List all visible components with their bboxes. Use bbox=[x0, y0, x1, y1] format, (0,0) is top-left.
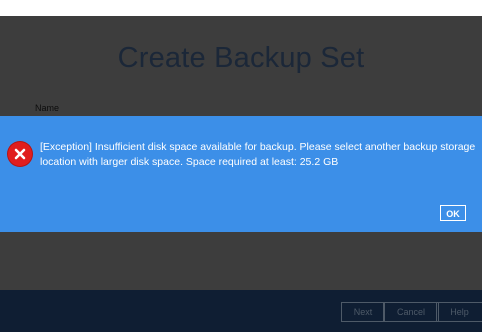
error-icon bbox=[8, 142, 32, 166]
ok-button[interactable]: OK bbox=[440, 205, 466, 221]
error-dialog: [Exception] Insufficient disk space avai… bbox=[0, 116, 482, 232]
help-button[interactable]: Help bbox=[436, 302, 482, 322]
cancel-button[interactable]: Cancel bbox=[383, 302, 439, 322]
backup-wizard-window: Create Backup Set Name Next Cancel Help … bbox=[0, 16, 482, 332]
error-message: [Exception] Insufficient disk space avai… bbox=[40, 141, 476, 168]
page-title: Create Backup Set bbox=[117, 42, 365, 74]
next-button[interactable]: Next bbox=[341, 302, 385, 322]
wizard-footer: Next Cancel Help bbox=[0, 290, 482, 332]
name-field-label: Name bbox=[35, 103, 60, 113]
